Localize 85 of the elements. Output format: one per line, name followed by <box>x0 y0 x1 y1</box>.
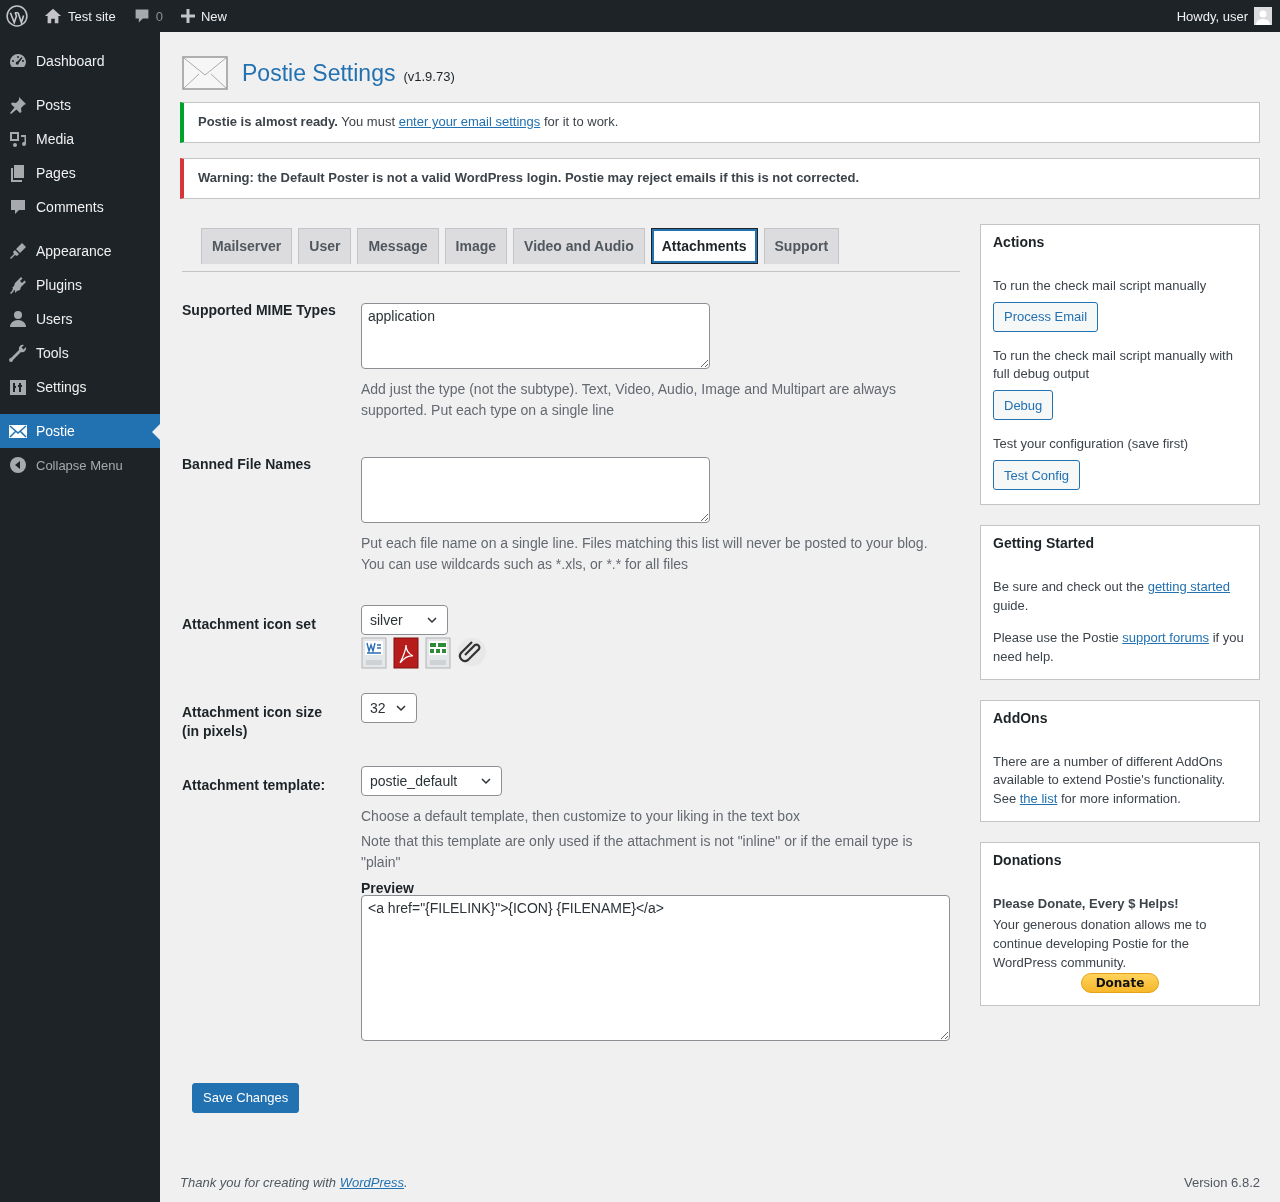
help-text: Choose a default template, then customize to your liking in the text box <box>361 806 800 826</box>
sidebar-item[interactable]: Tools <box>0 336 160 370</box>
field-label: Supported MIME Types <box>182 300 337 320</box>
field-label: Attachment template: <box>182 775 327 795</box>
user-icon <box>8 309 28 329</box>
footer-text: Thank you for creating with WordPress. <box>180 1175 408 1190</box>
help-text: Add just the type (not the subtype). Text, Video, Audio, Image and Multipart are always supported. Put each type on a single line <box>361 379 897 420</box>
panel-text: Please use the Postie support forums if you need help. <box>993 628 1245 666</box>
speech-bubble-icon <box>133 8 150 24</box>
panel-title: Actions <box>992 232 1046 252</box>
save-changes-button[interactable]: Save Changes <box>192 1082 300 1113</box>
text-area-field[interactable]: application <box>361 302 710 369</box>
template-preview-field[interactable]: <a href="{FILELINK}">{ICON} {FILENAME}</a> <box>361 894 950 1041</box>
notice-text: Postie is almost ready. You must enter your email settings for it to work. <box>198 114 620 131</box>
word-document-icon <box>361 636 387 669</box>
spreadsheet-icon <box>425 636 451 669</box>
sidebar-item[interactable]: Users <box>0 302 160 336</box>
media-icon <box>8 129 28 149</box>
comments-link[interactable]: 0 <box>133 8 163 24</box>
panel-title: Getting Started <box>992 534 1096 554</box>
field-label: Attachment icon size (in pixels) <box>182 702 324 742</box>
greeting-text[interactable]: Howdy, user <box>1176 8 1248 24</box>
settings-tab[interactable]: Attachments <box>650 227 758 264</box>
action-button[interactable]: Process Email <box>993 301 1099 332</box>
panel-text: Test your configuration (save first) <box>993 435 1189 454</box>
action-button[interactable]: Debug <box>993 390 1054 421</box>
version-text: Version 6.8.2 <box>1184 1175 1260 1190</box>
new-link[interactable]: New <box>180 8 227 24</box>
sidebar-item[interactable]: Posts <box>0 88 160 122</box>
collapse-menu-button[interactable]: Collapse Menu <box>0 448 160 482</box>
settings-tab[interactable]: User <box>298 227 352 264</box>
panel-text: Be sure and check out the getting started guide. <box>993 578 1232 615</box>
version-text: (v1.9.73) <box>403 68 455 84</box>
collapse-icon <box>8 455 28 475</box>
text-link[interactable]: the list <box>1019 791 1058 807</box>
wordpress-link[interactable]: WordPress <box>339 1175 404 1190</box>
home-icon <box>44 7 62 25</box>
text-link[interactable]: getting started <box>1147 579 1231 595</box>
speech-bubble-icon <box>8 197 28 217</box>
action-button[interactable]: Test Config <box>993 460 1081 491</box>
panel-text: To run the check mail script manually with full debug output <box>993 346 1234 384</box>
help-text: Put each file name on a single line. Files matching this list will never be posted to your blog. You can use wildcards such as *.xls, or *.* for all files <box>361 533 929 574</box>
site-link[interactable]: Test site <box>44 7 116 25</box>
field-label: Attachment icon set <box>182 614 317 634</box>
wrench-icon <box>8 343 28 363</box>
paperclip-icon <box>457 636 487 667</box>
notice-text: Warning: the Default Poster is not a valid WordPress login. Postie may reject emails if this is not corrected. <box>198 169 860 187</box>
sidebar-item[interactable]: Postie <box>0 414 160 448</box>
sidebar-item[interactable]: Settings <box>0 370 160 404</box>
sidebar-item[interactable]: Pages <box>0 156 160 190</box>
plug-icon <box>8 275 28 295</box>
text-link[interactable]: support forums <box>1122 629 1210 645</box>
paintbrush-icon <box>8 241 28 261</box>
pushpin-icon <box>8 95 28 115</box>
settings-tab[interactable]: Mailserver <box>201 227 293 264</box>
help-text: Note that this template are only used if the attachment is not "inline" or if the email type is "plain" <box>361 831 914 872</box>
text-area-field[interactable] <box>361 456 710 523</box>
panel-text: There are a number of different AddOns available to extend Postie's functionality. See the list for more information. <box>993 752 1227 809</box>
preview-label: Preview <box>361 880 414 895</box>
dropdown-select[interactable]: 32 <box>361 692 417 723</box>
pdf-document-icon <box>393 636 419 669</box>
settings-tab[interactable]: Support <box>763 227 840 264</box>
page-title: Postie Settings <box>242 59 396 87</box>
settings-link[interactable]: enter your email settings <box>398 114 541 129</box>
settings-tab[interactable]: Message <box>357 227 439 264</box>
wordpress-logo-icon[interactable] <box>6 5 28 27</box>
field-label: Banned File Names <box>182 454 313 474</box>
dropdown-select[interactable]: silver <box>361 604 448 635</box>
dropdown-select[interactable]: postie_default <box>361 765 503 796</box>
sidebar-item[interactable]: Media <box>0 122 160 156</box>
panel-heading: Please Donate, Every $ Helps! <box>993 895 1179 914</box>
sliders-icon <box>8 377 28 397</box>
sidebar-item[interactable]: Comments <box>0 190 160 224</box>
panel-title: AddOns <box>992 708 1049 728</box>
panel-text: Your generous donation allows me to continue developing Postie for the WordPress community. <box>993 915 1208 972</box>
donate-button[interactable]: Donate <box>1080 973 1160 994</box>
panel-title: Donations <box>992 851 1063 871</box>
sidebar-item[interactable]: Plugins <box>0 268 160 302</box>
plus-icon <box>180 9 195 23</box>
panel-text: To run the check mail script manually <box>993 276 1207 295</box>
sidebar-item[interactable]: Dashboard <box>0 44 160 78</box>
envelope-icon <box>182 56 228 90</box>
sidebar-item[interactable]: Appearance <box>0 234 160 268</box>
settings-tab[interactable]: Image <box>444 227 508 264</box>
settings-tab[interactable]: Video and Audio <box>513 227 645 264</box>
